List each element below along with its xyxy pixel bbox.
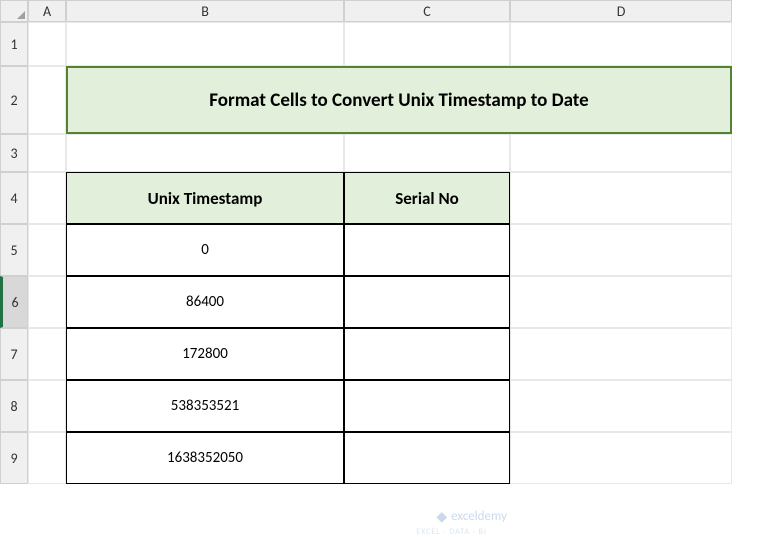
cell-a9[interactable] (28, 432, 66, 484)
col-header-d[interactable]: D (510, 0, 732, 22)
row-header-7[interactable]: 7 (0, 328, 28, 380)
row-header-3[interactable]: 3 (0, 134, 28, 172)
cell-a2[interactable] (28, 66, 66, 134)
table-cell-b5[interactable]: 0 (66, 224, 344, 276)
row-header-5[interactable]: 5 (0, 224, 28, 276)
row-header-8[interactable]: 8 (0, 380, 28, 432)
watermark-text: exceldemy (451, 509, 507, 524)
cell-b1[interactable] (66, 22, 344, 66)
row-header-2[interactable]: 2 (0, 66, 28, 134)
table-cell-c6[interactable] (344, 276, 510, 328)
col-header-c[interactable]: C (344, 0, 510, 22)
row-header-9[interactable]: 9 (0, 432, 28, 484)
table-cell-b7[interactable]: 172800 (66, 328, 344, 380)
watermark: ◆ exceldemy (436, 508, 507, 525)
cell-a1[interactable] (28, 22, 66, 66)
table-cell-c7[interactable] (344, 328, 510, 380)
row-header-4[interactable]: 4 (0, 172, 28, 224)
row-header-6[interactable]: 6 (0, 276, 28, 328)
cell-d5[interactable] (510, 224, 732, 276)
table-header-serial[interactable]: Serial No (344, 172, 510, 224)
cell-c3[interactable] (344, 134, 510, 172)
table-cell-b6[interactable]: 86400 (66, 276, 344, 328)
table-cell-c9[interactable] (344, 432, 510, 484)
table-cell-c5[interactable] (344, 224, 510, 276)
spreadsheet-grid: A B C D 1 2 Format Cells to Convert Unix… (0, 0, 767, 484)
col-header-b[interactable]: B (66, 0, 344, 22)
cell-a7[interactable] (28, 328, 66, 380)
cell-d9[interactable] (510, 432, 732, 484)
cell-d6[interactable] (510, 276, 732, 328)
cell-d7[interactable] (510, 328, 732, 380)
row-header-1[interactable]: 1 (0, 22, 28, 66)
title-cell[interactable]: Format Cells to Convert Unix Timestamp t… (66, 66, 732, 134)
cell-a6[interactable] (28, 276, 66, 328)
cell-a3[interactable] (28, 134, 66, 172)
cell-d4[interactable] (510, 172, 732, 224)
cell-a5[interactable] (28, 224, 66, 276)
cell-d1[interactable] (510, 22, 732, 66)
table-cell-b8[interactable]: 538353521 (66, 380, 344, 432)
cell-a8[interactable] (28, 380, 66, 432)
cell-d3[interactable] (510, 134, 732, 172)
cell-b3[interactable] (66, 134, 344, 172)
cell-c1[interactable] (344, 22, 510, 66)
cell-a4[interactable] (28, 172, 66, 224)
watermark-sub: EXCEL · DATA · BI (416, 527, 487, 537)
watermark-icon: ◆ (436, 508, 447, 525)
select-all-corner[interactable] (0, 0, 28, 22)
cell-d8[interactable] (510, 380, 732, 432)
table-header-timestamp[interactable]: Unix Timestamp (66, 172, 344, 224)
table-cell-b9[interactable]: 1638352050 (66, 432, 344, 484)
col-header-a[interactable]: A (28, 0, 66, 22)
table-cell-c8[interactable] (344, 380, 510, 432)
